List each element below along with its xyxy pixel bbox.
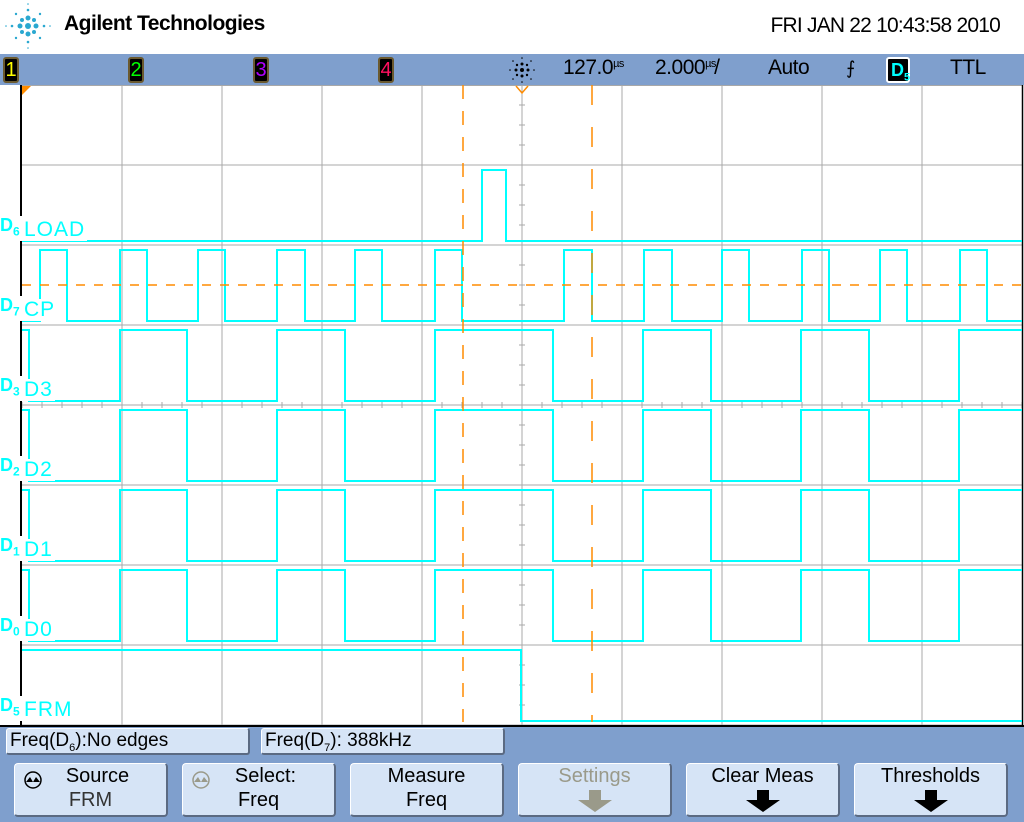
softkey-value: FRM bbox=[68, 789, 113, 811]
measurement-freq-d7[interactable]: Freq(D7): 388kHz bbox=[261, 728, 505, 755]
left-reference-marker-icon bbox=[22, 86, 31, 95]
channel-letter: D bbox=[0, 215, 13, 236]
softkey-value: Freq bbox=[405, 789, 448, 811]
meas-ch: D bbox=[55, 730, 70, 751]
digital-channel-id: D5 bbox=[0, 696, 22, 721]
meas-value: ):No edges bbox=[75, 730, 169, 751]
clear-meas-softkey[interactable]: Clear Meas bbox=[686, 763, 840, 817]
channel-letter: D bbox=[0, 615, 13, 636]
source-softkey[interactable]: Source FRM bbox=[14, 763, 168, 817]
channel-4-indicator[interactable]: 4 bbox=[378, 57, 394, 83]
trace-name: CP bbox=[22, 298, 58, 321]
delay-readout[interactable]: 127.0µs bbox=[563, 56, 624, 80]
channel-1-indicator[interactable]: 1 bbox=[3, 57, 19, 83]
brand-name: Agilent Technologies bbox=[64, 12, 265, 35]
softkey-value: Freq bbox=[237, 789, 280, 811]
down-arrow-icon bbox=[745, 790, 780, 812]
channel-letter: D bbox=[0, 375, 13, 396]
trigger-source-sub: 5 bbox=[904, 71, 911, 84]
trigger-status-icon bbox=[509, 57, 535, 83]
digital-channel-id: D7 bbox=[0, 296, 22, 321]
rotate-knob-icon bbox=[192, 771, 210, 789]
date-time: FRI JAN 22 10:43:58 2010 bbox=[770, 14, 1001, 37]
down-arrow-icon bbox=[577, 790, 612, 812]
trace-name: FRM bbox=[22, 698, 75, 721]
meas-prefix: Freq( bbox=[265, 730, 311, 751]
channel-number: 0 bbox=[13, 625, 20, 639]
trigger-mode[interactable]: Auto bbox=[768, 56, 810, 80]
channel-number: 3 bbox=[13, 385, 20, 399]
trace-label-frm[interactable]: D5 FRM bbox=[0, 695, 75, 721]
softkey-label: Thresholds bbox=[881, 765, 980, 787]
timebase-readout[interactable]: 2.000µs/ bbox=[655, 56, 720, 80]
waveform-display bbox=[0, 85, 1024, 727]
channel-2-indicator[interactable]: 2 bbox=[128, 57, 144, 83]
measurement-freq-d6[interactable]: Freq(D6):No edges bbox=[6, 728, 250, 755]
softkey-label: Settings bbox=[558, 765, 631, 787]
channel-3-indicator[interactable]: 3 bbox=[253, 57, 269, 83]
trace-label-d3[interactable]: D3 D3 bbox=[0, 375, 55, 401]
trace-label-d2[interactable]: D2 D2 bbox=[0, 455, 55, 481]
channel-number: 6 bbox=[13, 225, 20, 239]
trigger-source-ch: D bbox=[891, 60, 904, 80]
trace-label-d0[interactable]: D0 D0 bbox=[0, 615, 55, 641]
waveform-frm bbox=[22, 649, 1022, 722]
trace-name: D0 bbox=[22, 618, 55, 641]
measure-softkey[interactable]: Measure Freq bbox=[350, 763, 504, 817]
channel-letter: D bbox=[0, 455, 13, 476]
delay-unit: µs bbox=[613, 58, 624, 70]
softkey-label: Clear Meas bbox=[711, 765, 814, 787]
channel-number: 2 bbox=[13, 465, 20, 479]
channel-number: 1 bbox=[13, 545, 20, 559]
trigger-level[interactable]: TTL bbox=[950, 56, 986, 80]
meas-prefix: Freq( bbox=[10, 730, 56, 751]
digital-channel-id: D2 bbox=[0, 456, 22, 481]
digital-channel-id: D1 bbox=[0, 536, 22, 561]
rotate-knob-icon bbox=[24, 771, 42, 789]
trace-name: D3 bbox=[22, 378, 55, 401]
softkey-label: Measure bbox=[387, 765, 466, 787]
trace-label-cp[interactable]: D7 CP bbox=[0, 295, 58, 321]
digital-channel-id: D6 bbox=[0, 216, 22, 241]
down-arrow-icon bbox=[913, 790, 948, 812]
channel-letter: D bbox=[0, 695, 13, 716]
softkey-panel: Freq(D6):No edges Freq(D7): 388kHz Sourc… bbox=[0, 727, 1024, 822]
channel-number: 5 bbox=[13, 705, 20, 719]
trace-label-load[interactable]: D6 LOAD bbox=[0, 215, 88, 241]
status-bar: 1 2 3 4 127.0µs 2.000µs/ Auto ⨍ D5 TTL bbox=[0, 54, 1024, 85]
delay-value: 127.0 bbox=[563, 56, 614, 79]
digital-channel-id: D3 bbox=[0, 376, 22, 401]
header: Agilent Technologies FRI JAN 22 10:43:58… bbox=[0, 0, 1024, 54]
trace-label-d1[interactable]: D1 D1 bbox=[0, 535, 55, 561]
digital-channel-id: D0 bbox=[0, 616, 22, 641]
meas-value: ): 388kHz bbox=[330, 730, 412, 751]
trace-name: D2 bbox=[22, 458, 55, 481]
timebase-unit: µs bbox=[705, 58, 716, 70]
channel-letter: D bbox=[0, 295, 13, 316]
agilent-logo-icon bbox=[5, 3, 51, 49]
trace-name: D1 bbox=[22, 538, 55, 561]
meas-ch: D bbox=[310, 730, 325, 751]
channel-number: 7 bbox=[13, 305, 20, 319]
trigger-source[interactable]: D5 bbox=[886, 57, 911, 84]
thresholds-softkey[interactable]: Thresholds bbox=[854, 763, 1008, 817]
settings-softkey[interactable]: Settings bbox=[518, 763, 672, 817]
timebase-value: 2.000 bbox=[655, 56, 706, 79]
rising-edge-icon: ⨍ bbox=[846, 58, 855, 78]
channel-letter: D bbox=[0, 535, 13, 556]
timebase-suffix: / bbox=[714, 56, 720, 79]
select-softkey[interactable]: Select: Freq bbox=[182, 763, 336, 817]
trace-name: LOAD bbox=[22, 218, 88, 241]
